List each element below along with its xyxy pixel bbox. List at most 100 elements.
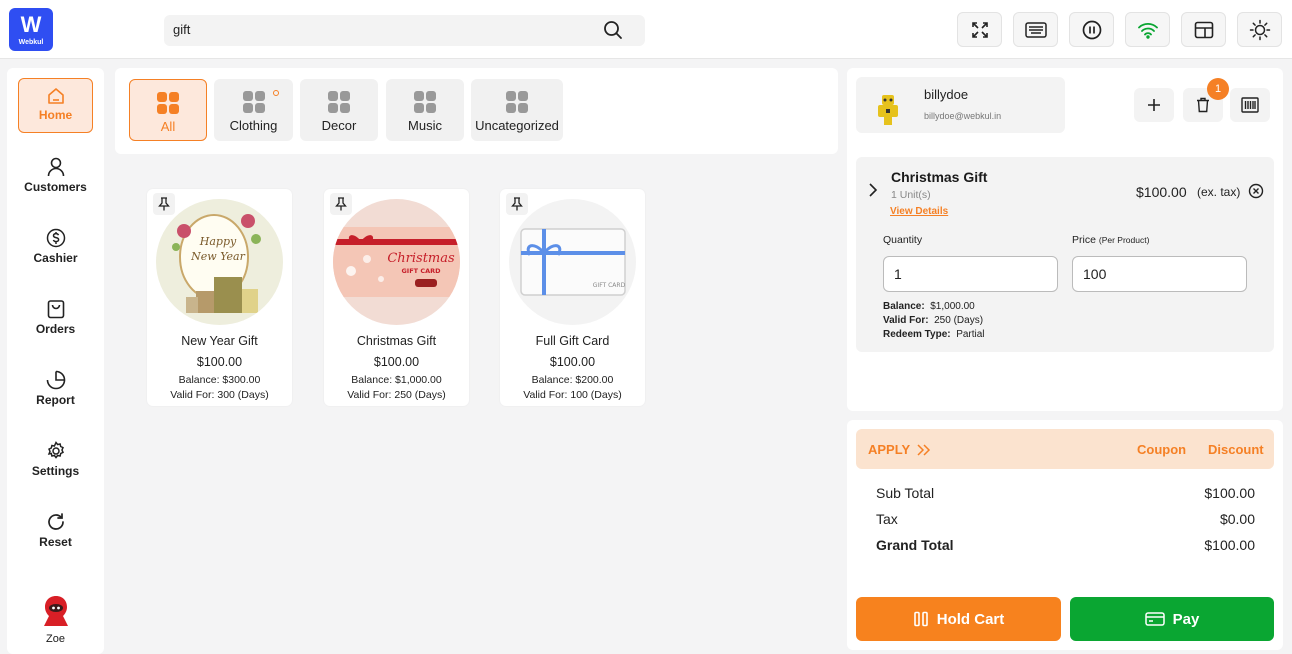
avatar (43, 596, 68, 626)
product-card-christmas-gift[interactable]: Christmas GIFT CARD Christmas Gift $100.… (324, 189, 469, 406)
product-price: $100.00 (196, 355, 243, 369)
wifi-icon (1137, 22, 1158, 39)
pin-icon (511, 197, 523, 211)
product-validity: Valid For: 250 (Days) (347, 389, 446, 401)
image-text-line-1: Christmas (387, 251, 455, 266)
price-input[interactable]: 100 (1072, 256, 1247, 292)
redeem-type: Redeem Type: Partial (883, 329, 985, 340)
category-icon (506, 91, 528, 113)
image-text-line-2: New Year (190, 250, 245, 263)
sidebar-item-home[interactable]: Home (18, 78, 93, 133)
discount-button[interactable]: Discount (1208, 442, 1264, 457)
hold-cart-button[interactable]: Hold Cart (856, 597, 1061, 641)
grand-total-row: Grand Total $100.00 (876, 537, 1255, 553)
cart-item-name: Christmas Gift (891, 169, 988, 185)
dollar-icon (46, 228, 65, 248)
chevron-right-icon[interactable] (868, 183, 878, 197)
keyboard-icon (1024, 21, 1047, 38)
category-uncategorized[interactable]: Uncategorized (471, 79, 563, 141)
product-price: $100.00 (549, 355, 596, 369)
barcode-button[interactable] (1230, 88, 1270, 122)
search-icon[interactable] (603, 20, 623, 45)
product-name: Full Gift Card (535, 334, 610, 348)
subtotal-row: Sub Total $100.00 (876, 485, 1255, 501)
barcode-icon (1241, 97, 1259, 113)
sidebar-item-reset[interactable]: Reset (18, 504, 93, 559)
cart-count-badge: 1 (1207, 78, 1229, 100)
category-icon (242, 91, 265, 113)
cart-item: Christmas Gift 1 Unit(s) View Details $1… (856, 157, 1274, 352)
product-card-new-year-gift[interactable]: Happy New Year New Year Gift $100.00 Bal… (147, 189, 292, 406)
quantity-label: Quantity (883, 234, 923, 246)
indicator-dot (273, 90, 279, 96)
product-balance: Balance: $200.00 (531, 374, 614, 386)
search-bar (164, 15, 645, 46)
customer-selector[interactable]: billydoe billydoe@webkul.in (856, 77, 1065, 133)
fullscreen-button[interactable] (957, 12, 1002, 47)
refresh-icon (47, 513, 64, 530)
sidebar-item-settings[interactable]: Settings (18, 433, 93, 488)
pin-icon (335, 197, 347, 211)
search-input[interactable] (173, 22, 593, 37)
fullscreen-icon (971, 21, 988, 38)
bag-icon (47, 300, 64, 319)
image-text-line-1: GIFT CARD (593, 282, 626, 289)
tax-row: Tax $0.00 (876, 511, 1255, 527)
category-decor[interactable]: Decor (300, 79, 378, 141)
top-bar: W Webkul (0, 0, 1292, 59)
view-details-link[interactable]: View Details (890, 206, 948, 217)
pay-button[interactable]: Pay (1070, 597, 1274, 641)
category-music[interactable]: Music (386, 79, 464, 141)
coupon-button[interactable]: Coupon (1137, 442, 1186, 457)
pause-button[interactable] (1069, 12, 1114, 47)
window-button[interactable] (1181, 12, 1226, 47)
sidebar-item-report[interactable]: Report (18, 362, 93, 417)
sidebar-item-customers[interactable]: Customers (18, 149, 93, 204)
apply-button[interactable]: APPLY (868, 442, 931, 457)
keyboard-button[interactable] (1013, 12, 1058, 47)
home-icon (47, 88, 64, 104)
image-text-line-2: GIFT CARD (401, 267, 441, 275)
gear-icon (47, 441, 64, 459)
sidebar-item-orders[interactable]: Orders (18, 291, 93, 346)
product-image: Happy New Year (156, 199, 283, 325)
category-all[interactable]: All (129, 79, 207, 141)
sidebar-item-cashier[interactable]: Cashier (18, 220, 93, 275)
product-validity: Valid For: 100 (Days) (523, 389, 622, 401)
quantity-input[interactable]: 1 (883, 256, 1058, 292)
product-image: Christmas GIFT CARD (333, 199, 460, 325)
user-name: Zoe (46, 633, 65, 645)
category-clothing[interactable]: Clothing (214, 79, 293, 141)
category-icon (414, 91, 436, 113)
image-text-line-1: Happy (199, 235, 237, 248)
pin-icon (158, 197, 170, 211)
webkul-logo[interactable]: W Webkul (9, 8, 53, 51)
user-icon (47, 157, 64, 177)
cart-item-tax-note: (ex. tax) (1197, 185, 1241, 199)
customer-name: billydoe (924, 87, 969, 102)
product-balance: Balance: $300.00 (178, 374, 261, 386)
gift-balance: Balance: $1,000.00 (883, 301, 975, 312)
add-customer-button[interactable] (1134, 88, 1174, 122)
category-icon (157, 92, 179, 114)
theme-button[interactable] (1237, 12, 1282, 47)
pin-button[interactable] (153, 193, 175, 215)
wifi-button[interactable] (1125, 12, 1170, 47)
card-icon (1144, 612, 1165, 626)
double-chevron-icon (917, 444, 930, 456)
pin-button[interactable] (330, 193, 352, 215)
sun-icon (1249, 19, 1270, 40)
plus-icon (1148, 99, 1160, 111)
product-image: GIFT CARD (509, 199, 636, 325)
category-panel: All Clothing Decor Music Uncategorized (115, 68, 838, 154)
category-icon (328, 91, 350, 113)
product-balance: Balance: $1,000.00 (351, 374, 442, 386)
user-profile[interactable]: Zoe (7, 594, 104, 645)
gift-validity: Valid For: 250 (Days) (883, 315, 984, 326)
sidebar: Home Customers Cashier Orders Report Set… (7, 68, 104, 654)
customer-avatar (878, 95, 898, 125)
cart-panel: billydoe billydoe@webkul.in 1 Christmas … (847, 68, 1283, 411)
product-card-full-gift-card[interactable]: GIFT CARD Full Gift Card $100.00 Balance… (500, 189, 645, 406)
pin-button[interactable] (506, 193, 528, 215)
remove-item-icon[interactable] (1248, 183, 1264, 199)
